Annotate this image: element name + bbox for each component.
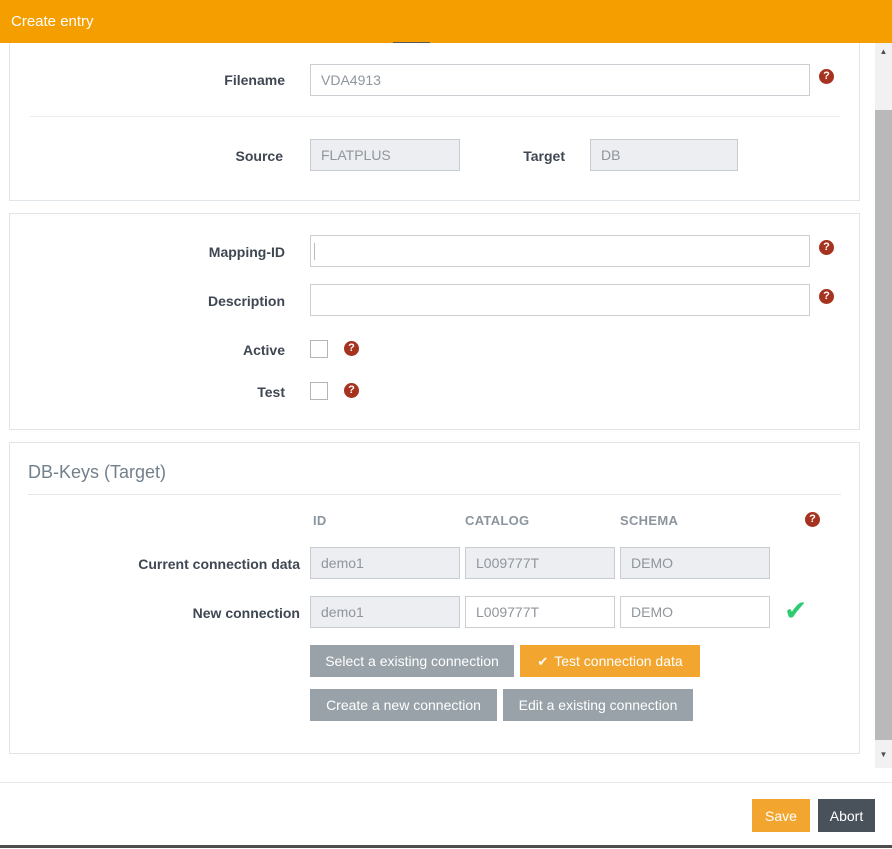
abort-button[interactable]: Abort [818,799,875,832]
current-id-input [310,547,460,579]
edit-existing-connection-button[interactable]: Edit a existing connection [503,689,693,721]
source-label: Source [133,148,283,164]
active-help-icon[interactable]: ? [344,341,359,356]
current-catalog-input [465,547,615,579]
modal-title: Create entry [11,13,94,30]
mapping-id-label: Mapping-ID [35,244,285,260]
scrollbar-down-arrow-icon[interactable]: ▼ [875,748,892,762]
description-help-icon[interactable]: ? [819,289,834,304]
current-schema-input [620,547,770,579]
panel-divider [30,116,840,117]
test-checkbox[interactable] [310,382,328,400]
create-new-connection-button[interactable]: Create a new connection [310,689,497,721]
text-caret [314,243,315,260]
scrollbar-up-arrow-icon[interactable]: ▲ [875,45,892,59]
connection-valid-check-icon: ✔ [784,597,807,625]
test-connection-button[interactable]: ✔ Test connection data [520,645,700,677]
scrollbar-thumb[interactable] [875,110,892,740]
description-label: Description [35,293,285,309]
footer-divider [0,782,892,783]
description-input[interactable] [310,284,810,316]
select-existing-connection-button[interactable]: Select a existing connection [310,645,514,677]
active-checkbox[interactable] [310,340,328,358]
mapping-id-input[interactable] [310,235,810,267]
target-label: Target [415,148,565,164]
modal-bottom-edge [0,845,892,848]
active-label: Active [35,342,285,358]
column-header-id: ID [313,513,327,528]
db-keys-title: DB-Keys (Target) [28,462,166,483]
filename-help-icon[interactable]: ? [819,69,834,84]
new-schema-input[interactable] [620,596,770,628]
check-icon: ✔ [537,654,548,669]
new-catalog-input[interactable] [465,596,615,628]
mapping-id-help-icon[interactable]: ? [819,240,834,255]
test-help-icon[interactable]: ? [344,383,359,398]
test-label: Test [35,384,285,400]
test-connection-button-label: Test connection data [554,653,682,669]
db-keys-title-rule [28,494,841,495]
db-keys-help-icon[interactable]: ? [805,512,820,527]
target-input [590,139,738,171]
modal-title-bar: Create entry [0,0,892,43]
save-button[interactable]: Save [752,799,810,832]
new-id-input [310,596,460,628]
filename-input[interactable] [310,64,810,96]
filename-label: Filename [35,72,285,88]
new-connection-label: New connection [60,605,300,621]
column-header-schema: SCHEMA [620,513,678,528]
column-header-catalog: CATALOG [465,513,529,528]
current-connection-label: Current connection data [60,556,300,572]
